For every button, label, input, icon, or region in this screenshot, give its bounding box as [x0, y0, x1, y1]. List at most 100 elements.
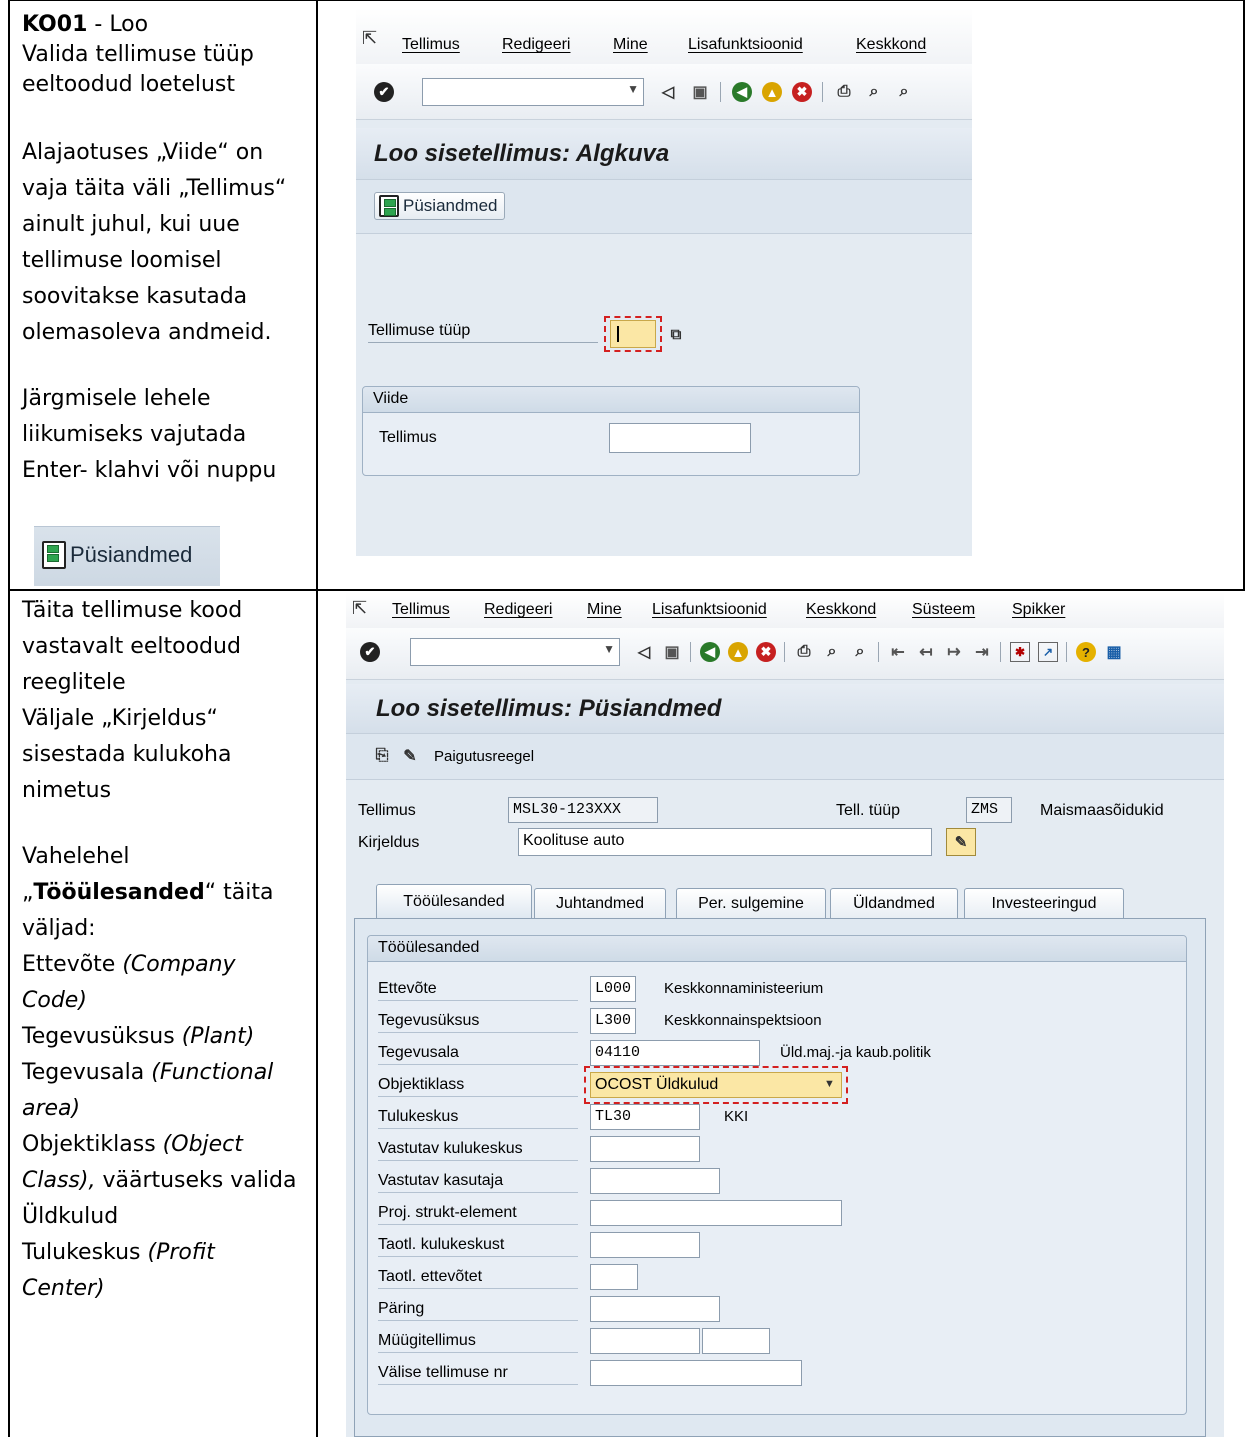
print-icon[interactable]: ⎙ — [834, 82, 854, 102]
menu-mine[interactable]: Mine — [587, 601, 622, 619]
field-input[interactable] — [590, 1200, 842, 1226]
command-field[interactable]: ▼ — [422, 78, 644, 106]
menu-lisafunktsioonid[interactable]: Lisafunktsioonid — [652, 601, 767, 619]
screen-title: Loo sisetellimus: Algkuva — [374, 140, 670, 167]
field-input[interactable] — [590, 1360, 802, 1386]
save-icon[interactable]: ▣ — [662, 642, 682, 662]
save-icon[interactable]: ▣ — [690, 82, 710, 102]
field-description-text: Üld.maj.-ja kaub.politik — [780, 1044, 931, 1061]
enter-check-icon[interactable]: ✔ — [374, 82, 394, 102]
cancel-icon[interactable]: ✖ — [792, 82, 812, 102]
tab-tooulesanded[interactable]: Tööülesanded — [376, 884, 532, 918]
cancel-icon[interactable]: ✖ — [756, 642, 776, 662]
command-field[interactable]: ▼ — [410, 638, 620, 666]
focus-marker — [584, 1066, 848, 1104]
menu-keskkond[interactable]: Keskkond — [806, 601, 876, 619]
chevron-down-icon[interactable]: ▼ — [824, 1078, 835, 1090]
row2-instructions: Täita tellimuse kood vastavalt eeltoodud… — [22, 598, 297, 1301]
possible-entries-icon[interactable]: ⧉ — [666, 324, 686, 344]
ref-order-label: Tellimus — [379, 429, 437, 446]
tab-panel: Tööülesanded Ettevõte L000 Keskkonnaminist… — [354, 918, 1206, 1437]
reference-group-title: Viide — [363, 387, 859, 413]
master-data-button[interactable]: Püsiandmed — [374, 192, 505, 220]
field-input[interactable]: L000 — [590, 976, 636, 1002]
menu-tellimus[interactable]: Tellimus — [402, 36, 460, 54]
find-icon[interactable]: ⌕ — [822, 642, 842, 662]
back-icon[interactable]: ◀ — [732, 82, 752, 102]
field-label: Päring — [378, 1300, 578, 1321]
field-input[interactable] — [590, 1328, 700, 1354]
master-data-icon — [379, 195, 399, 217]
tab-investeeringud[interactable]: Investeeringud — [964, 888, 1124, 918]
field-input[interactable]: TL30 — [590, 1104, 700, 1130]
menu-tellimus[interactable]: Tellimus — [392, 601, 450, 619]
field-label: Objektiklass — [378, 1076, 578, 1097]
sales-order-item-input[interactable] — [702, 1328, 770, 1354]
tab-per-sulgemine[interactable]: Per. sulgemine — [676, 888, 826, 918]
tab-uldandmed[interactable]: Üldandmed — [830, 888, 958, 918]
application-toolbar: Püsiandmed — [356, 180, 972, 234]
menu-redigeeri[interactable]: Redigeeri — [484, 601, 552, 619]
ref-order-input[interactable] — [609, 423, 751, 453]
field-label: Tulukeskus — [378, 1108, 578, 1129]
menu-mine[interactable]: Mine — [613, 36, 648, 54]
screen-title: Loo sisetellimus: Püsiandmed — [376, 695, 722, 722]
field-input[interactable]: 04110 — [590, 1040, 760, 1066]
first-page-icon[interactable]: ⇤ — [888, 642, 908, 662]
chevron-down-icon[interactable]: ▼ — [603, 642, 615, 656]
find-next-icon[interactable]: ⌕ — [894, 82, 914, 102]
field-input[interactable] — [590, 1136, 700, 1162]
menu-redigeeri[interactable]: Redigeeri — [502, 36, 570, 54]
last-page-icon[interactable]: ⇥ — [972, 642, 992, 662]
long-text-edit-icon[interactable]: ✎ — [946, 828, 976, 856]
layout-menu-icon[interactable]: ▦ — [1104, 642, 1124, 662]
field-label: Proj. strukt-element — [378, 1204, 578, 1225]
menu-spikker[interactable]: Spikker — [1012, 601, 1065, 619]
table-row-divider — [8, 589, 1245, 591]
back-icon[interactable]: ◀ — [700, 642, 720, 662]
table-border-left — [8, 0, 10, 1437]
table-border-middle — [316, 0, 318, 1437]
field-label: Tegevusüksus — [378, 1012, 578, 1033]
field-description-text: Keskkonnainspektsioon — [664, 1012, 822, 1029]
field-input[interactable]: L300 — [590, 1008, 636, 1034]
field-label: Välise tellimuse nr — [378, 1364, 578, 1385]
field-label: Vastutav kasutaja — [378, 1172, 578, 1193]
print-icon[interactable]: ⎙ — [794, 642, 814, 662]
edit-object-icon[interactable]: ✎ — [400, 746, 420, 766]
help-icon[interactable]: ? — [1076, 642, 1096, 662]
pusiandmed-button-image: Püsiandmed — [34, 526, 220, 586]
back-triangle-icon[interactable]: ◁ — [658, 82, 678, 102]
exit-icon[interactable]: ▲ — [762, 82, 782, 102]
field-label: Tegevusala — [378, 1044, 578, 1065]
display-object-icon[interactable]: ⎘ — [372, 746, 392, 766]
field-input[interactable] — [590, 1296, 720, 1322]
field-input[interactable] — [590, 1232, 700, 1258]
menu-keskkond[interactable]: Keskkond — [856, 36, 926, 54]
new-session-icon[interactable]: ✱ — [1010, 642, 1030, 662]
menu-lisafunktsioonid[interactable]: Lisafunktsioonid — [688, 36, 803, 54]
settlement-rule-button[interactable]: Paigutusreegel — [434, 748, 534, 765]
menu-exit-icon[interactable]: ⇱ — [352, 598, 367, 619]
description-input[interactable]: Koolituse auto — [518, 828, 932, 856]
assignments-group-title: Tööülesanded — [368, 936, 1186, 962]
enter-check-icon[interactable]: ✔ — [360, 642, 380, 662]
tab-juhtandmed[interactable]: Juhtandmed — [534, 888, 666, 918]
exit-icon[interactable]: ▲ — [728, 642, 748, 662]
find-next-icon[interactable]: ⌕ — [850, 642, 870, 662]
next-page-icon[interactable]: ↦ — [944, 642, 964, 662]
field-label: Taotl. kulukeskust — [378, 1236, 578, 1257]
chevron-down-icon[interactable]: ▼ — [627, 82, 639, 96]
menu-susteem[interactable]: Süsteem — [912, 601, 975, 619]
order-type-label: Tellimuse tüüp — [368, 322, 598, 343]
shortcut-icon[interactable]: ↗ — [1038, 642, 1058, 662]
back-triangle-icon[interactable]: ◁ — [634, 642, 654, 662]
find-icon[interactable]: ⌕ — [864, 82, 884, 102]
title-bar: Loo sisetellimus: Algkuva — [356, 128, 972, 180]
menu-exit-icon[interactable]: ⇱ — [362, 28, 377, 49]
field-label: Ettevõte — [378, 980, 578, 1001]
previous-page-icon[interactable]: ↤ — [916, 642, 936, 662]
field-input[interactable] — [590, 1168, 720, 1194]
field-label: Taotl. ettevõtet — [378, 1268, 578, 1289]
field-input[interactable] — [590, 1264, 638, 1290]
